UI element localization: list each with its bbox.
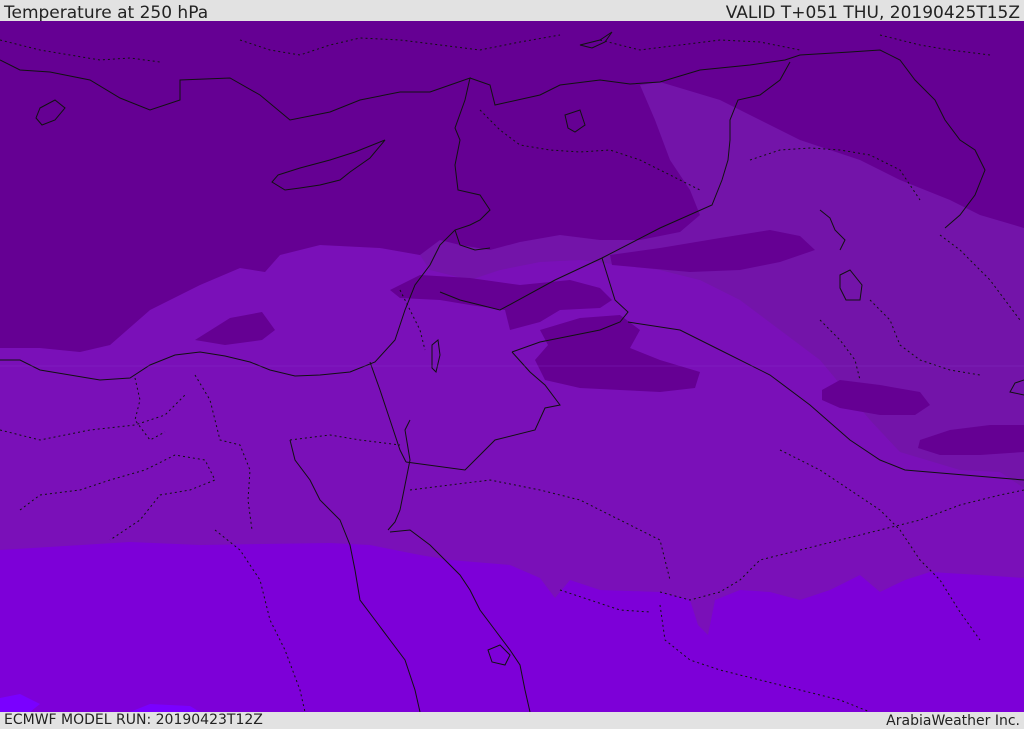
footer-bar: ECMWF MODEL RUN: 20190423T12Z ArabiaWeat… [0,712,1024,729]
header-bar: Temperature at 250 hPa VALID T+051 THU, … [0,0,1024,23]
model-run-label: ECMWF MODEL RUN: 20190423T12Z [4,712,263,728]
valid-time-label: VALID T+051 THU, 20190425T15Z [725,3,1020,23]
map-title: Temperature at 250 hPa [4,3,209,23]
weather-map[interactable] [0,21,1024,712]
credit-label: ArabiaWeather Inc. [886,713,1020,729]
